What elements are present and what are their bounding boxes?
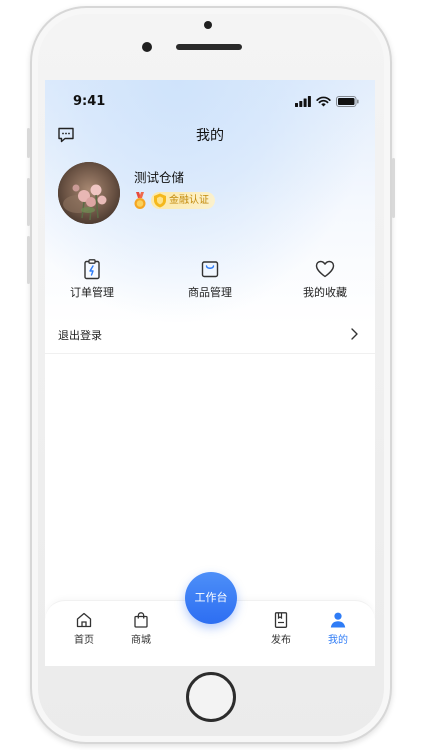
tab-label: 首页	[74, 635, 94, 646]
tab-publish[interactable]: 发布	[261, 611, 301, 646]
publish-icon	[274, 612, 288, 628]
status-time: 9:41	[73, 94, 106, 109]
volume-down-button	[27, 236, 30, 284]
battery-icon	[336, 95, 359, 107]
home-icon	[76, 612, 92, 628]
tab-label: 我的	[328, 635, 348, 646]
quick-entry-orders[interactable]: 订单管理	[45, 258, 147, 300]
quick-entry-favorites[interactable]: 我的收藏	[270, 258, 375, 300]
username: 测试仓储	[134, 170, 185, 185]
shopping-bag-icon	[134, 612, 148, 628]
chevron-right-icon	[351, 328, 358, 340]
tab-home[interactable]: 首页	[64, 611, 104, 646]
cellular-signal-icon	[295, 95, 311, 107]
avatar-image	[58, 162, 120, 224]
tab-mall[interactable]: 商城	[121, 611, 161, 646]
tab-mine[interactable]: 我的	[318, 611, 358, 646]
shield-icon	[154, 193, 166, 208]
product-bag-icon	[201, 261, 219, 278]
quick-entry-label: 订单管理	[70, 286, 114, 299]
finance-certified-badge: 金融认证	[151, 192, 215, 209]
app-screen: 9:41 我的 测试仓储 金融认证 订单管理 商品管理 我的收藏 退出登录 首页…	[45, 80, 375, 666]
page-title: 我的	[196, 128, 224, 144]
proximity-sensor	[204, 21, 212, 29]
home-button[interactable]	[186, 672, 236, 722]
workbench-button[interactable]: 工作台	[185, 572, 237, 624]
user-icon	[330, 612, 346, 628]
order-clipboard-icon	[84, 259, 100, 280]
avatar[interactable]	[58, 162, 120, 224]
logout-label: 退出登录	[58, 329, 102, 342]
wifi-icon	[316, 96, 331, 106]
finance-badge-label: 金融认证	[169, 195, 209, 206]
mute-switch	[27, 128, 30, 158]
medal-icon	[134, 192, 146, 209]
volume-up-button	[27, 178, 30, 226]
quick-entry-products[interactable]: 商品管理	[155, 258, 265, 300]
power-button	[392, 158, 395, 218]
tab-label: 商城	[131, 635, 151, 646]
logout-row[interactable]: 退出登录	[45, 316, 375, 354]
front-camera	[142, 42, 152, 52]
tab-label: 发布	[271, 635, 291, 646]
status-indicators	[295, 94, 359, 108]
heart-icon	[315, 260, 335, 278]
earpiece-speaker	[176, 44, 242, 50]
quick-entry-label: 我的收藏	[303, 286, 347, 299]
quick-entry-label: 商品管理	[188, 286, 232, 299]
